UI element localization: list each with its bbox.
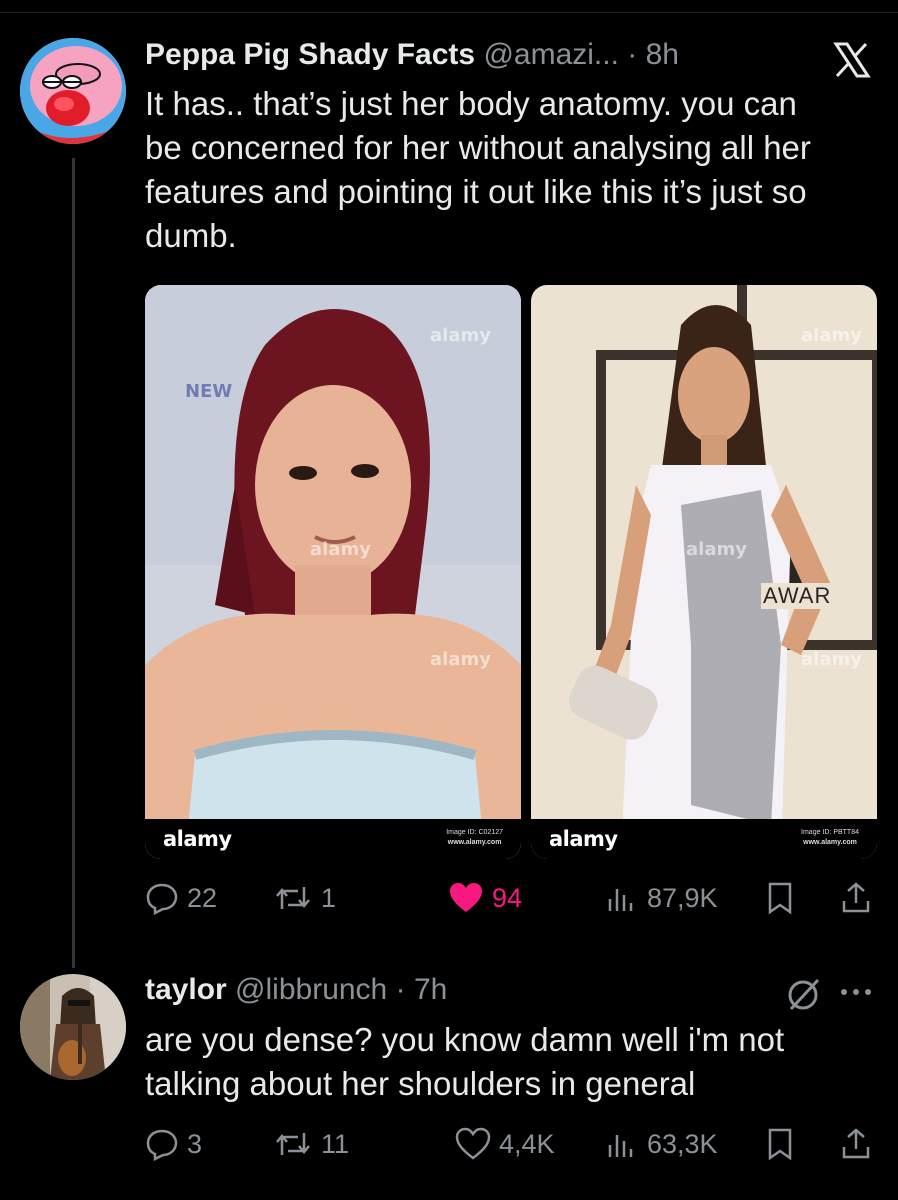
timestamp[interactable]: 8h <box>646 38 679 71</box>
tweet-text-line: dumb. <box>145 217 237 254</box>
repost-count: 1 <box>321 882 337 913</box>
image-id: Image ID: PBTT84 <box>801 829 859 836</box>
image-meta: Image ID: PBTT84 www.alamy.com <box>801 828 859 848</box>
media-image-1[interactable]: alamy alamy alamy NEW alamy Image ID: C0… <box>145 285 521 859</box>
tweet-text-line: talking about her shoulders in general <box>145 1065 696 1102</box>
watermark: alamy <box>430 649 491 670</box>
heart-filled-icon <box>450 883 482 912</box>
bookmark-icon <box>768 1128 792 1161</box>
backdrop-text: AWAR <box>761 583 834 609</box>
image-id: Image ID: C02127 <box>446 829 503 836</box>
share-icon <box>842 1128 870 1159</box>
reply-button[interactable]: 3 <box>145 1122 202 1166</box>
tweet-text: It has.. that’s just her body anatomy. y… <box>145 82 885 258</box>
tweet-text-line: are you dense? you know damn well i'm no… <box>145 1021 785 1058</box>
image-site: www.alamy.com <box>447 839 502 846</box>
tweet-actions: 22 1 94 87,9K <box>145 876 880 920</box>
alamy-bar: alamy Image ID: PBTT84 www.alamy.com <box>531 819 877 859</box>
heart-icon <box>455 1127 491 1160</box>
alamy-bar: alamy Image ID: C02127 www.alamy.com <box>145 819 521 859</box>
media-image-2[interactable]: alamy alamy alamy AWAR alamy Image ID: P… <box>531 285 877 859</box>
like-count: 94 <box>492 882 523 913</box>
display-name[interactable]: Peppa Pig Shady Facts <box>145 38 475 71</box>
tweet-text: are you dense? you know damn well i'm no… <box>145 1018 885 1106</box>
view-count: 63,3K <box>647 1128 718 1159</box>
repost-icon <box>276 887 310 909</box>
like-count: 4,4K <box>499 1128 555 1159</box>
alamy-logo: alamy <box>549 827 618 851</box>
avatar-taylor[interactable] <box>20 974 126 1080</box>
tweet-text-line: It has.. that’s just her body anatomy. y… <box>145 85 797 122</box>
views-icon <box>608 889 633 911</box>
tweet-actions: 3 11 4,4K 63,3K <box>145 1122 880 1166</box>
backdrop-text: NEW <box>185 381 233 402</box>
bookmark-icon <box>768 882 792 915</box>
more-options-icon[interactable] <box>836 980 876 1004</box>
watermark: alamy <box>801 325 862 346</box>
views-button[interactable]: 87,9K <box>605 876 718 920</box>
grok-icon[interactable] <box>784 974 824 1014</box>
handle[interactable]: @libbrunch <box>235 973 387 1006</box>
repost-count: 11 <box>321 1128 350 1159</box>
image-meta: Image ID: C02127 www.alamy.com <box>446 828 503 848</box>
watermark: alamy <box>801 649 862 670</box>
alamy-logo: alamy <box>163 827 232 851</box>
bookmark-button[interactable] <box>765 876 795 920</box>
watermark: alamy <box>686 539 747 560</box>
repost-icon <box>276 1133 310 1155</box>
like-button[interactable]: 4,4K <box>455 1122 555 1166</box>
watermark: alamy <box>310 539 371 560</box>
watermark: alamy <box>430 325 491 346</box>
handle[interactable]: @amazi... <box>483 38 618 71</box>
top-divider <box>0 0 898 13</box>
view-count: 87,9K <box>647 882 718 913</box>
repost-button[interactable]: 11 <box>273 1122 349 1166</box>
avatar-peppa[interactable] <box>20 38 126 144</box>
views-button[interactable]: 63,3K <box>605 1122 718 1166</box>
taylor-avatar-icon <box>20 974 126 1080</box>
reply-count: 3 <box>187 1128 203 1159</box>
reply-icon <box>146 1129 178 1161</box>
photo-red-carpet-1 <box>145 285 521 859</box>
tweet-header: Peppa Pig Shady Facts @amazi... · 8h <box>145 38 679 80</box>
reply-icon <box>146 883 178 915</box>
bookmark-button[interactable] <box>765 1122 795 1166</box>
peppa-pig-avatar-icon <box>20 38 126 144</box>
views-icon <box>608 1135 633 1157</box>
display-name[interactable]: taylor <box>145 973 227 1006</box>
share-icon <box>842 882 870 913</box>
photo-red-carpet-2 <box>531 285 877 859</box>
image-site: www.alamy.com <box>803 839 857 846</box>
repost-button[interactable]: 1 <box>273 876 336 920</box>
thread-connector <box>72 158 75 968</box>
reply-button[interactable]: 22 <box>145 876 217 920</box>
separator-dot: · <box>395 973 406 1006</box>
x-logo-icon[interactable] <box>832 42 872 78</box>
timestamp[interactable]: 7h <box>414 973 447 1006</box>
tweet-header: taylor @libbrunch · 7h <box>145 973 447 1015</box>
tweet-text-line: features and pointing it out like this i… <box>145 173 807 210</box>
tweet-text-line: be concerned for her without analysing a… <box>145 129 811 166</box>
share-button[interactable] <box>840 876 872 920</box>
reply-count: 22 <box>187 882 218 913</box>
share-button[interactable] <box>840 1122 872 1166</box>
like-button[interactable]: 94 <box>448 876 522 920</box>
separator-dot: · <box>627 38 638 71</box>
